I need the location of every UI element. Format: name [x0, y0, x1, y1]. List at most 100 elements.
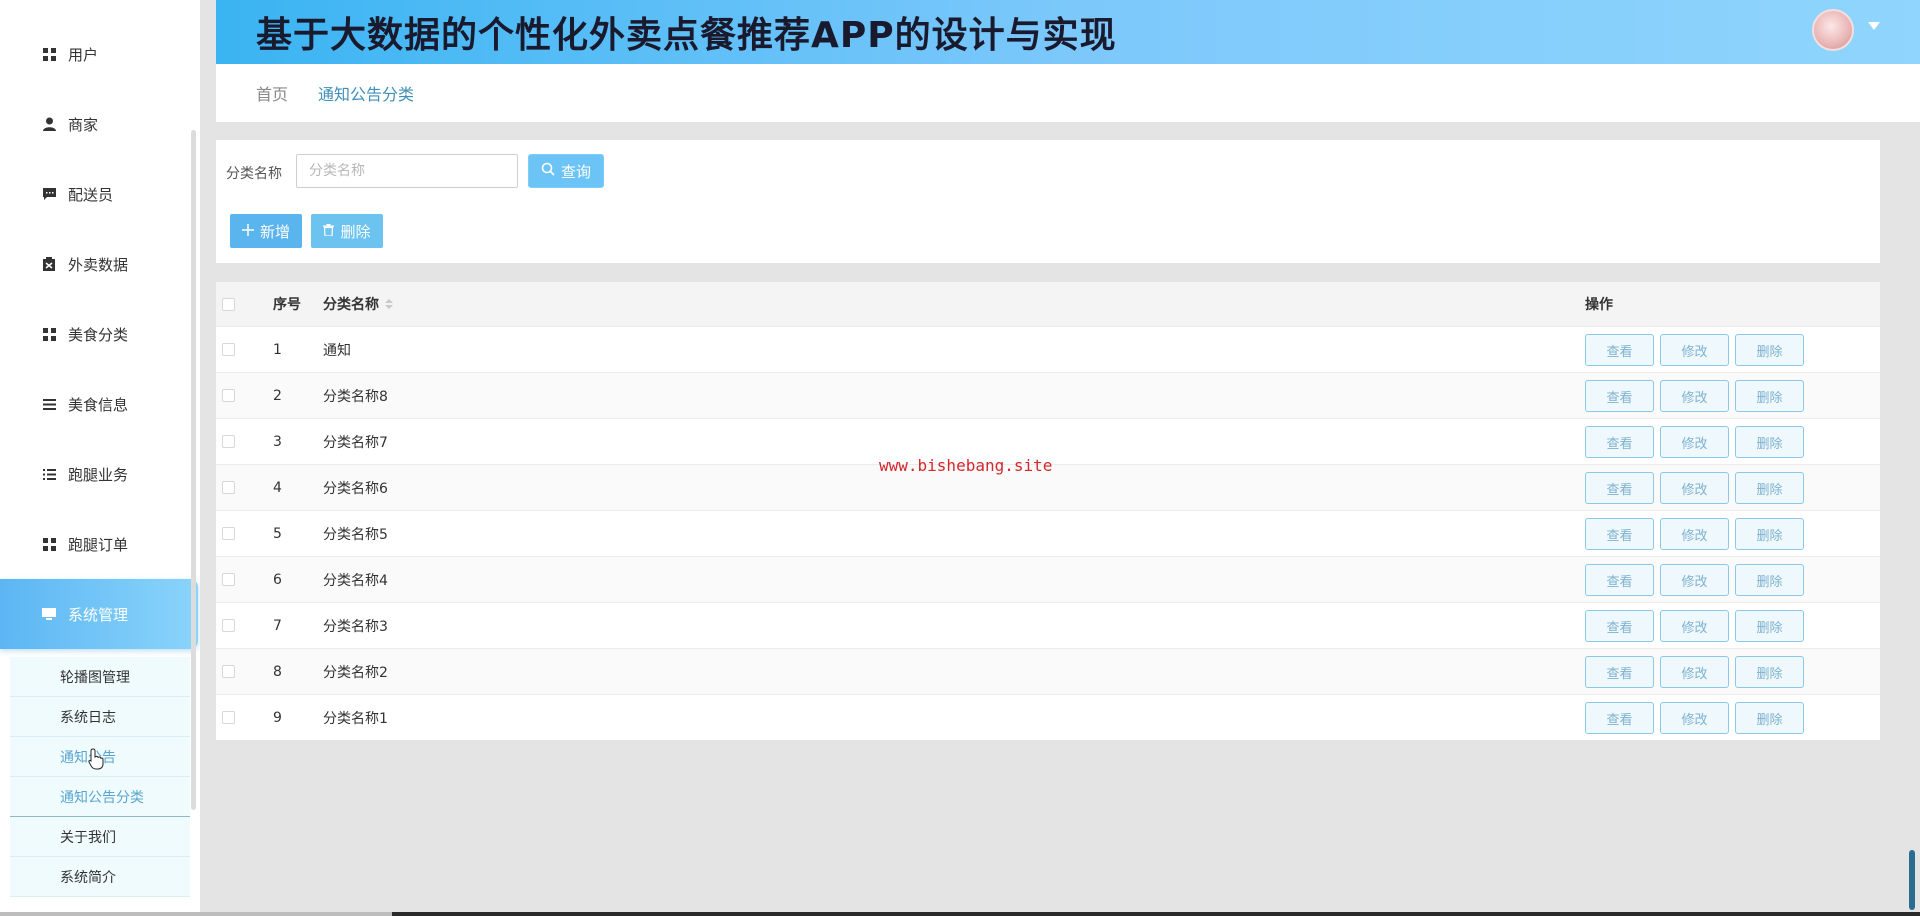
row-checkbox[interactable]	[222, 711, 235, 724]
user-icon	[42, 117, 56, 131]
view-button[interactable]: 查看	[1585, 518, 1654, 550]
row-checkbox[interactable]	[222, 527, 235, 540]
row-checkbox[interactable]	[222, 573, 235, 586]
query-button[interactable]: 查询	[528, 154, 604, 188]
avatar[interactable]	[1812, 9, 1854, 51]
submenu-item-system-intro[interactable]: 系统简介	[10, 857, 190, 897]
add-button[interactable]: 新增	[230, 214, 302, 248]
view-button[interactable]: 查看	[1585, 656, 1654, 688]
edit-button[interactable]: 修改	[1660, 702, 1729, 734]
column-header-index: 序号	[273, 297, 301, 313]
sidebar-item-label: 美食分类	[68, 325, 129, 344]
edit-button[interactable]: 修改	[1660, 564, 1729, 596]
sidebar-item-merchants[interactable]: 商家	[0, 89, 200, 159]
view-button[interactable]: 查看	[1585, 564, 1654, 596]
delete-button[interactable]: 删除	[1735, 472, 1804, 504]
sidebar-item-couriers[interactable]: 配送员	[0, 159, 200, 229]
chat-icon	[42, 187, 56, 201]
sidebar-item-label: 商家	[68, 115, 99, 134]
edit-button[interactable]: 修改	[1660, 518, 1729, 550]
delete-button[interactable]: 删除	[1735, 702, 1804, 734]
sort-icon[interactable]	[385, 299, 393, 309]
plus-icon	[241, 222, 254, 240]
grid-icon	[42, 47, 56, 61]
delete-button[interactable]: 删除	[1735, 334, 1804, 366]
view-button[interactable]: 查看	[1585, 380, 1654, 412]
sidebar-item-errand-orders[interactable]: 跑腿订单	[0, 509, 200, 579]
delete-button[interactable]: 删除	[1735, 518, 1804, 550]
grid-icon	[42, 327, 56, 341]
view-button[interactable]: 查看	[1585, 610, 1654, 642]
table-row: 1 通知 查看 修改 删除	[216, 326, 1880, 372]
batch-delete-button[interactable]: 删除	[311, 214, 383, 248]
data-table: 序号 分类名称 操作 1 通知 查看 修改 删除 2 分类名称8 查看 修改 删除 3 分类名称7 查看…	[216, 282, 1880, 740]
column-header-name[interactable]: 分类名称	[323, 282, 393, 326]
view-button[interactable]: 查看	[1585, 702, 1654, 734]
edit-button[interactable]: 修改	[1660, 426, 1729, 458]
list-icon	[42, 467, 56, 481]
row-name: 分类名称2	[323, 664, 388, 681]
sidebar-item-food-category[interactable]: 美食分类	[0, 299, 200, 369]
row-index: 9	[273, 709, 282, 726]
row-checkbox[interactable]	[222, 343, 235, 356]
edit-button[interactable]: 修改	[1660, 380, 1729, 412]
sidebar: 用户 商家 配送员 外卖数据 美食分类 美食信息 跑腿业务 跑腿订单 系统管理 …	[0, 0, 200, 916]
row-name: 通知	[323, 342, 351, 359]
view-button[interactable]: 查看	[1585, 426, 1654, 458]
bottom-bar	[0, 912, 1920, 916]
table-row: 9 分类名称1 查看 修改 删除	[216, 694, 1880, 740]
list-icon	[42, 397, 56, 411]
table-row: 8 分类名称2 查看 修改 删除	[216, 648, 1880, 694]
horizontal-scroll-segment[interactable]	[0, 912, 392, 916]
row-name: 分类名称4	[323, 572, 388, 589]
delete-button[interactable]: 删除	[1735, 380, 1804, 412]
select-all-checkbox[interactable]	[222, 297, 235, 311]
row-index: 4	[273, 479, 282, 496]
sidebar-item-food-info[interactable]: 美食信息	[0, 369, 200, 439]
row-checkbox[interactable]	[222, 665, 235, 678]
clipboard-icon	[42, 257, 56, 271]
table-row: 2 分类名称8 查看 修改 删除	[216, 372, 1880, 418]
delete-button[interactable]: 删除	[1735, 656, 1804, 688]
batch-delete-label: 删除	[340, 222, 371, 241]
edit-button[interactable]: 修改	[1660, 334, 1729, 366]
page-scrollbar[interactable]	[1909, 850, 1915, 910]
sidebar-item-label: 跑腿业务	[68, 465, 129, 484]
add-button-label: 新增	[259, 222, 290, 241]
row-name: 分类名称5	[323, 526, 388, 543]
sidebar-item-delivery-data[interactable]: 外卖数据	[0, 229, 200, 299]
delete-button[interactable]: 删除	[1735, 564, 1804, 596]
search-label: 分类名称	[226, 166, 282, 182]
search-panel: 分类名称 查询 新增 删除	[216, 140, 1880, 263]
edit-button[interactable]: 修改	[1660, 656, 1729, 688]
sidebar-item-label: 外卖数据	[68, 255, 129, 274]
column-header-name-label: 分类名称	[323, 297, 379, 313]
watermark: www.bishebang.site	[879, 456, 1053, 475]
submenu-item-notice-category[interactable]: 通知公告分类	[10, 777, 190, 817]
row-index: 7	[273, 617, 282, 634]
sidebar-item-errand-business[interactable]: 跑腿业务	[0, 439, 200, 509]
edit-button[interactable]: 修改	[1660, 472, 1729, 504]
row-name: 分类名称6	[323, 480, 388, 497]
row-index: 3	[273, 433, 282, 450]
sidebar-scrollbar[interactable]	[191, 130, 196, 810]
delete-button[interactable]: 删除	[1735, 426, 1804, 458]
submenu-item-about-us[interactable]: 关于我们	[10, 817, 190, 857]
delete-button[interactable]: 删除	[1735, 610, 1804, 642]
row-checkbox[interactable]	[222, 389, 235, 402]
row-checkbox[interactable]	[222, 481, 235, 494]
view-button[interactable]: 查看	[1585, 334, 1654, 366]
sidebar-item-system-management[interactable]: 系统管理	[0, 579, 198, 649]
search-input[interactable]	[296, 154, 518, 188]
row-index: 8	[273, 663, 282, 680]
breadcrumb-home[interactable]: 首页	[256, 81, 288, 105]
edit-button[interactable]: 修改	[1660, 610, 1729, 642]
chevron-down-icon[interactable]	[1868, 22, 1880, 30]
view-button[interactable]: 查看	[1585, 472, 1654, 504]
row-checkbox[interactable]	[222, 435, 235, 448]
submenu-item-carousel[interactable]: 轮播图管理	[10, 657, 190, 697]
search-icon	[541, 162, 555, 180]
sidebar-item-users[interactable]: 用户	[0, 19, 200, 89]
row-checkbox[interactable]	[222, 619, 235, 632]
submenu-item-system-log[interactable]: 系统日志	[10, 697, 190, 737]
